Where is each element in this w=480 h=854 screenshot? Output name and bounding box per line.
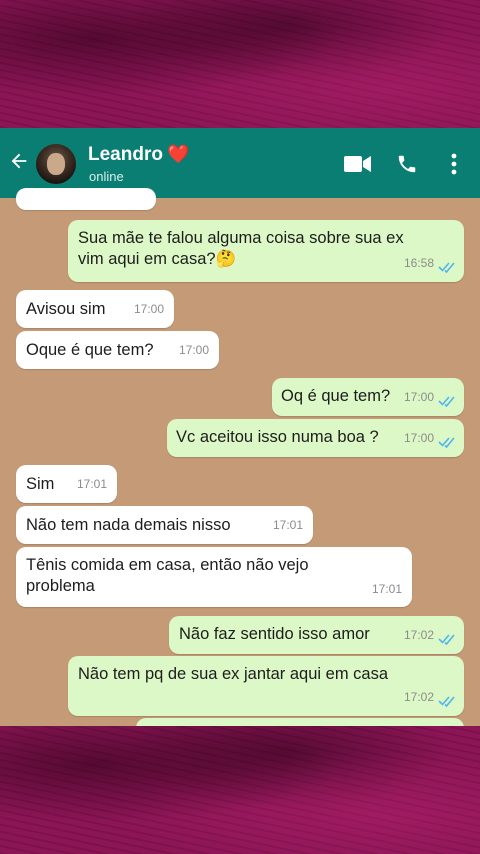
double-check-icon — [438, 634, 455, 645]
message-text: Sua mãe te falou alguma coisa sobre sua … — [78, 229, 404, 268]
message-bubble-incoming[interactable]: Oque é que tem? 17:00 — [16, 331, 219, 369]
video-call-icon[interactable] — [344, 155, 372, 173]
message-bubble-incoming[interactable]: Não tem nada demais nisso 17:01 — [16, 506, 313, 544]
more-vertical-icon[interactable] — [450, 153, 458, 175]
message-list[interactable]: Sua mãe te falou alguma coisa sobre sua … — [0, 188, 480, 726]
message-bubble-incoming[interactable]: Sim 17:01 — [16, 465, 117, 503]
avatar[interactable] — [36, 144, 76, 184]
double-check-icon — [438, 262, 455, 273]
message-text: Vc aceitou isso numa boa ? — [176, 428, 379, 446]
message-time: 17:01 — [76, 477, 107, 491]
background-top — [0, 0, 480, 128]
phone-icon[interactable] — [396, 153, 418, 175]
double-check-icon — [438, 437, 455, 448]
chat-screen: Leandro ❤️ online Sua mãe te falou alguma… — [0, 128, 480, 726]
message-text: Tênis comida em casa, então não vejo pro… — [26, 556, 309, 595]
message-text: Sim — [26, 475, 55, 493]
message-time: 17:00 — [403, 431, 434, 445]
message-time: 17:00 — [178, 343, 209, 357]
double-check-icon — [438, 696, 455, 707]
message-text: Oque é que tem? — [26, 341, 154, 359]
contact-name[interactable]: Leandro ❤️ — [88, 144, 189, 166]
double-check-icon — [438, 396, 455, 407]
message-bubble-incoming[interactable]: Avisou sim 17:00 — [16, 290, 174, 328]
message-time: 17:01 — [371, 582, 402, 596]
message-bubble-outgoing[interactable]: Vc aceitou isso numa boa ? 17:00 — [167, 419, 464, 457]
message-time: 16:58 — [403, 256, 434, 270]
message-time: 17:00 — [403, 390, 434, 404]
message-bubble-partial — [136, 718, 464, 726]
message-time: 17:00 — [133, 302, 164, 316]
message-bubble-partial — [16, 188, 156, 210]
message-text: Não tem pq de sua ex jantar aqui em casa — [78, 665, 389, 683]
message-text: Não faz sentido isso amor — [179, 625, 370, 643]
arrow-left-icon[interactable] — [8, 150, 30, 172]
message-bubble-outgoing[interactable]: Não faz sentido isso amor 17:02 — [169, 616, 464, 654]
message-time: 17:02 — [403, 690, 434, 704]
message-time: 17:01 — [272, 518, 303, 532]
message-time: 17:02 — [403, 628, 434, 642]
message-bubble-outgoing[interactable]: Sua mãe te falou alguma coisa sobre sua … — [68, 220, 464, 282]
background-bottom — [0, 726, 480, 854]
message-text: Avisou sim — [26, 300, 106, 318]
message-text: Oq é que tem? — [281, 387, 391, 405]
message-bubble-outgoing[interactable]: Oq é que tem? 17:00 — [272, 378, 464, 416]
message-bubble-incoming[interactable]: Tênis comida em casa, então não vejo pro… — [16, 547, 412, 607]
contact-status: online — [89, 169, 124, 184]
message-text: Não tem nada demais nisso — [26, 516, 231, 534]
message-bubble-outgoing[interactable]: Não tem pq de sua ex jantar aqui em casa… — [68, 656, 464, 716]
heart-emoji: ❤️ — [166, 144, 190, 164]
